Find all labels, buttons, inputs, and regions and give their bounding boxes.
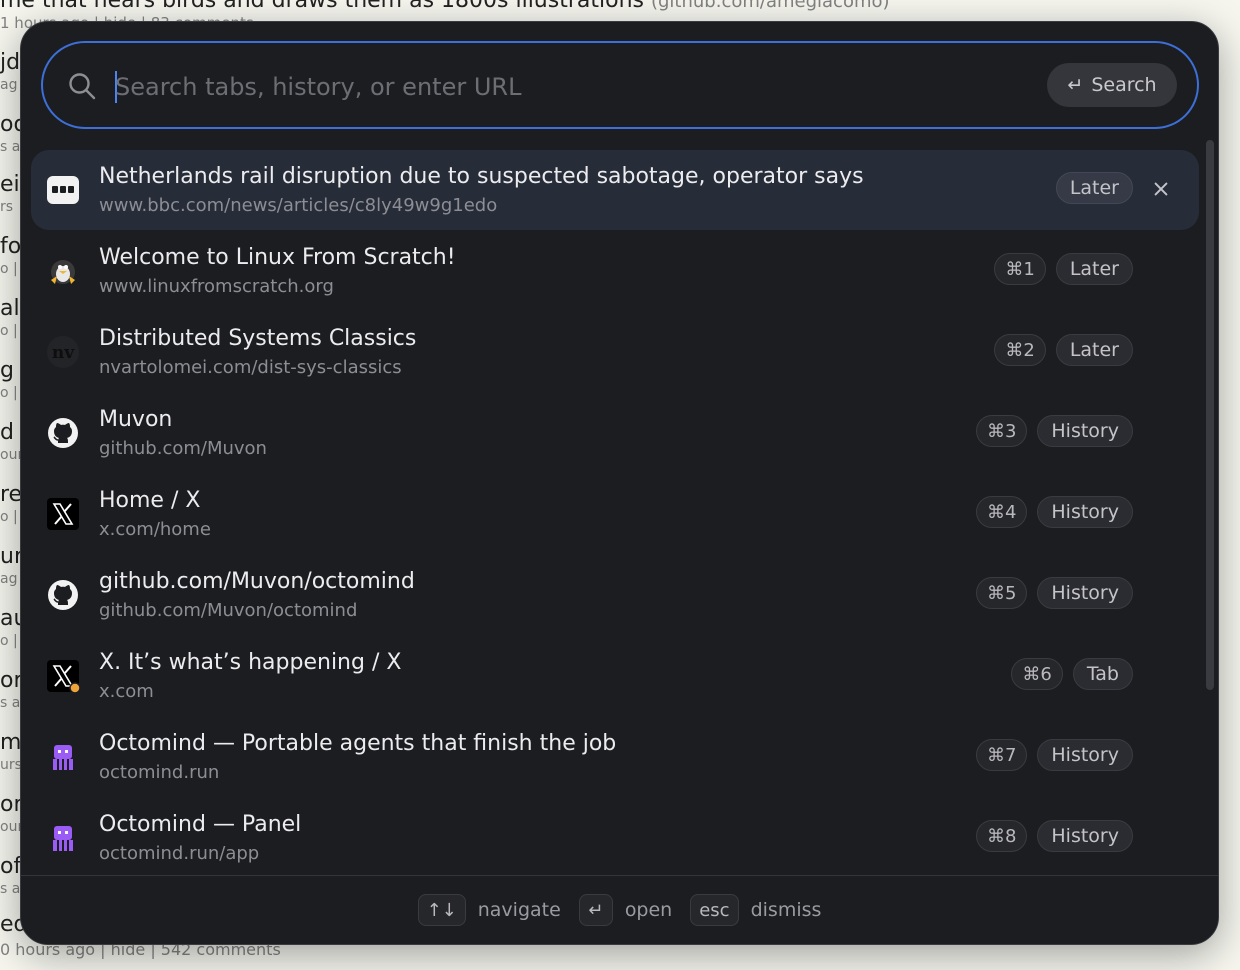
open-label: open [624,899,673,921]
result-actions: ⌘8 History [975,820,1133,852]
result-actions: ⌘1 Later [994,253,1133,285]
keyboard-hints: ↑↓ navigate ↵ open esc dismiss [21,875,1218,944]
shortcut-badge: ⌘1 [994,253,1046,285]
result-actions: ⌘5 History [975,577,1133,609]
search-button-label: Search [1091,74,1157,96]
result-actions: ⌘7 History [975,739,1133,771]
x-icon-active [46,659,80,693]
result-url: x.com [99,681,154,702]
source-badge: History [1037,577,1133,609]
result-url: x.com/home [99,519,211,540]
source-badge: History [1037,496,1133,528]
shortcut-badge: ⌘6 [1011,658,1063,690]
source-badge: History [1037,739,1133,771]
later-button[interactable]: Later [1055,334,1133,366]
result-url: octomind.run/app [99,843,260,864]
octomind-icon [46,821,80,855]
result-row[interactable]: Netherlands rail disruption due to suspe… [31,150,1199,230]
search-box[interactable]: ↵ Search [41,41,1199,129]
navigate-label: navigate [477,899,561,921]
github-icon [46,578,80,612]
hint-open: ↵ open [578,894,673,926]
result-url: octomind.run [99,762,220,783]
search-icon [69,73,96,100]
command-palette: ↵ Search Netherlands rail disruption due… [20,21,1219,945]
source-badge: History [1037,820,1133,852]
result-url: www.bbc.com/news/articles/c8ly49w9g1edo [99,195,498,216]
result-title: Distributed Systems Classics [99,326,417,351]
later-button[interactable]: Later [1055,172,1133,204]
source-badge: History [1037,415,1133,447]
result-url: nvartolomei.com/dist-sys-classics [99,357,402,378]
result-actions: ⌘3 History [975,415,1133,447]
scrollbar[interactable] [1206,140,1214,690]
result-title: Netherlands rail disruption due to suspe… [99,164,864,189]
hint-dismiss: esc dismiss [690,894,821,926]
shortcut-badge: ⌘3 [975,415,1028,447]
result-row[interactable]: nv Distributed Systems Classics nvartolome… [31,312,1199,392]
result-row[interactable]: github.com/Muvon/octomind github.com/Muvo… [31,555,1199,635]
result-url: github.com/Muvon/octomind [99,600,358,621]
close-icon[interactable] [1149,177,1173,201]
later-button[interactable]: Later [1055,253,1133,285]
return-icon: ↵ [1067,74,1084,96]
dismiss-key: esc [690,894,739,926]
navigate-key: ↑↓ [417,894,466,926]
shortcut-badge: ⌘4 [975,496,1028,528]
bbc-icon [46,173,80,207]
octomind-icon [46,740,80,774]
result-row[interactable]: Welcome to Linux From Scratch! www.linuxf… [31,231,1199,311]
lfs-icon [46,254,80,288]
background-story-title[interactable]: me that hears birds and draws them as 18… [0,0,1240,12]
result-title: Welcome to Linux From Scratch! [99,245,456,270]
result-actions: ⌘2 Later [994,334,1133,366]
background-story-title-text: me that hears birds and draws them as 18… [0,0,644,12]
hint-navigate: ↑↓ navigate [417,894,561,926]
result-title: Muvon [99,407,173,432]
result-row[interactable]: X. It’s what’s happening / X x.com ⌘6 Tab [31,636,1199,716]
result-row[interactable]: Octomind — Panel octomind.run/app ⌘8 Histor… [31,798,1199,878]
open-key: ↵ [578,894,613,926]
shortcut-badge: ⌘8 [975,820,1028,852]
search-button[interactable]: ↵ Search [1047,63,1177,107]
nv-icon-text: nv [52,343,75,363]
result-actions: Later [1055,172,1133,204]
result-row[interactable]: Muvon github.com/Muvon ⌘3 History [31,393,1199,473]
result-row[interactable]: Home / X x.com/home ⌘4 History [31,474,1199,554]
result-title: Home / X [99,488,201,513]
result-row[interactable]: Octomind — Portable agents that finish t… [31,717,1199,797]
results-list: Netherlands rail disruption due to suspe… [31,150,1199,879]
x-icon [46,497,80,531]
dismiss-label: dismiss [750,899,822,921]
result-title: Octomind — Portable agents that finish t… [99,731,617,756]
result-title: Octomind — Panel [99,812,302,837]
result-url: github.com/Muvon [99,438,267,459]
source-badge: Tab [1072,658,1133,690]
shortcut-badge: ⌘7 [975,739,1028,771]
result-actions: ⌘6 Tab [1011,658,1133,690]
shortcut-badge: ⌘2 [994,334,1046,366]
result-title: X. It’s what’s happening / X [99,650,402,675]
background-story-source[interactable]: (github.com/amegiacomo) [651,0,890,12]
github-icon [46,416,80,450]
result-title: github.com/Muvon/octomind [99,569,415,594]
result-url: www.linuxfromscratch.org [99,276,334,297]
nv-icon: nv [46,335,80,369]
search-input[interactable] [113,63,1017,111]
shortcut-badge: ⌘5 [975,577,1028,609]
result-actions: ⌘4 History [975,496,1133,528]
